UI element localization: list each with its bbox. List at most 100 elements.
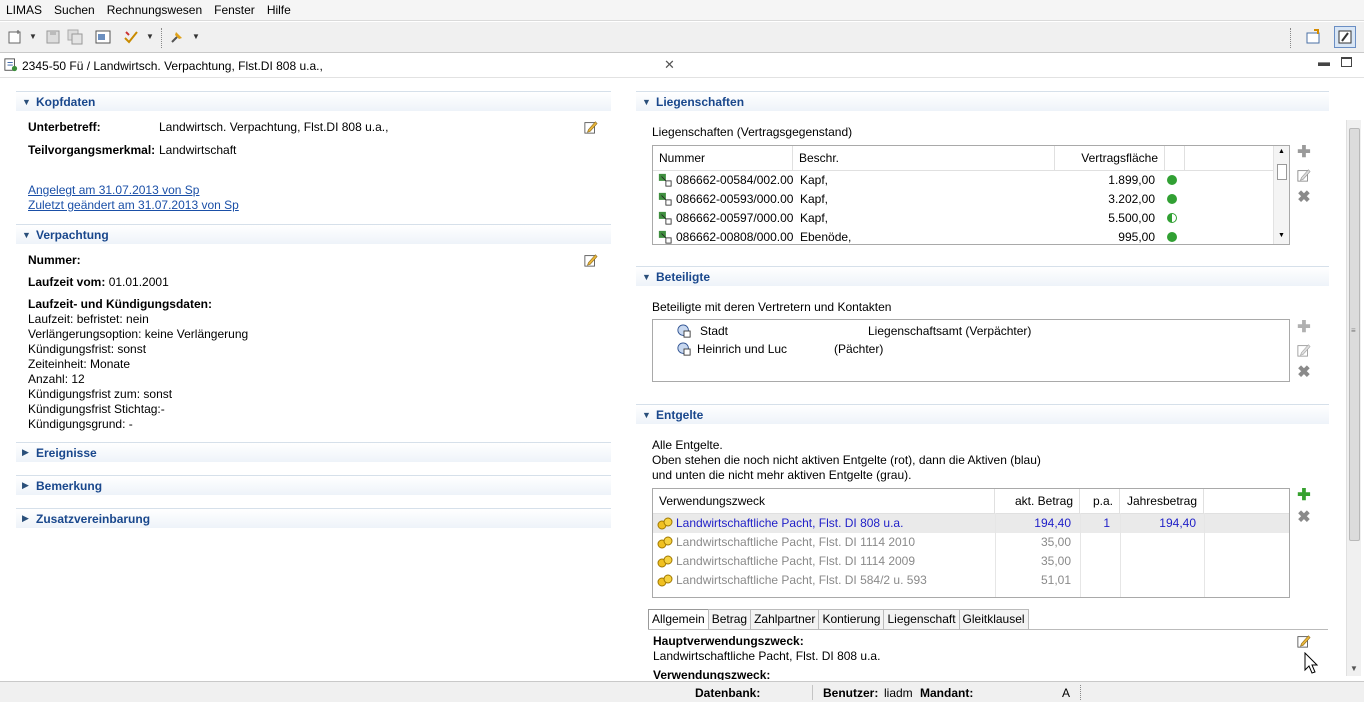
scroll-up-icon[interactable]: ▲: [1278, 148, 1285, 155]
column-header[interactable]: Verwendungszweck: [653, 489, 995, 513]
section-entgelte[interactable]: ▼ Entgelte: [636, 404, 1329, 424]
edit-icon[interactable]: [1297, 634, 1311, 648]
section-zusatzvereinbarung[interactable]: ▶ Zusatzvereinbarung: [16, 508, 611, 528]
benutzer-value: liadm: [884, 686, 913, 700]
new-icon[interactable]: [6, 28, 24, 46]
section-kopfdaten[interactable]: ▼ Kopfdaten: [16, 91, 611, 111]
laufzeit-value: 01.01.2001: [108, 275, 169, 289]
nummer-label: Nummer:: [28, 253, 81, 267]
editor-tab-title[interactable]: 2345-50 Fü / Landwirtsch. Verpachtung, F…: [22, 59, 323, 73]
menu-limas[interactable]: LIMAS: [0, 3, 48, 17]
menu-rechnungswesen[interactable]: Rechnungswesen: [101, 3, 208, 17]
save-icon[interactable]: [44, 28, 62, 46]
entgelte-desc: Alle Entgelte.: [652, 438, 723, 452]
column-header[interactable]: Beschr.: [793, 146, 1055, 170]
section-title: Bemerkung: [36, 478, 103, 493]
menu-hilfe[interactable]: Hilfe: [261, 3, 297, 17]
column-header[interactable]: Jahresbetrag: [1120, 489, 1204, 513]
limas-perspective-icon[interactable]: [1334, 26, 1356, 48]
tab-zahlpartner[interactable]: Zahlpartner: [750, 609, 820, 630]
edit-icon[interactable]: [584, 120, 598, 134]
section-title: Ereignisse: [36, 445, 97, 460]
cell-nummer: 086662-00808/000.00: [676, 230, 794, 244]
geaendert-link[interactable]: Zuletzt geändert am 31.07.2013 von Sp: [28, 198, 239, 212]
cell-flaeche: 995,00: [1118, 230, 1155, 244]
table-row[interactable]: 086662-00597/000.00 Kapf, 5.500,00: [653, 209, 1289, 228]
column-header[interactable]: p.a.: [1080, 489, 1120, 513]
section-liegenschaften[interactable]: ▼ Liegenschaften: [636, 91, 1329, 111]
table-row[interactable]: Landwirtschaftliche Pacht, Flst. DI 1114…: [653, 552, 1289, 571]
document-icon: [4, 58, 18, 72]
delete-icon[interactable]: ✖: [1297, 510, 1311, 526]
status-divider: [1080, 685, 1081, 700]
cell-nummer: 086662-00584/002.00: [676, 173, 794, 187]
table-row[interactable]: Landwirtschaftliche Pacht, Flst. DI 1114…: [653, 533, 1289, 552]
scroll-thumb[interactable]: [1277, 164, 1287, 180]
entgelte-subtabs: Allgemein Betrag Zahlpartner Kontierung …: [648, 609, 1029, 630]
detail-line: Laufzeit: befristet: nein: [28, 312, 149, 326]
table-row[interactable]: 086662-00593/000.00 Kapf, 3.202,00: [653, 190, 1289, 209]
delete-icon[interactable]: ✖: [1297, 190, 1311, 206]
cell-betrag: 51,01: [1040, 573, 1071, 587]
section-title: Zusatzvereinbarung: [36, 511, 151, 526]
edit-icon[interactable]: [584, 253, 598, 267]
add-icon[interactable]: ✚: [1297, 320, 1311, 336]
menu-bar: LIMAS Suchen Rechnungswesen Fenster Hilf…: [0, 0, 1364, 21]
column-header[interactable]: Vertragsfläche: [1055, 146, 1165, 170]
mouse-cursor-icon: [1304, 652, 1318, 674]
check-icon[interactable]: [122, 28, 140, 46]
table-row-selected[interactable]: Landwirtschaftliche Pacht, Flst. DI 808 …: [653, 514, 1289, 533]
add-icon[interactable]: ✚: [1297, 488, 1311, 504]
coins-icon: [657, 517, 673, 530]
column-header[interactable]: akt. Betrag: [995, 489, 1080, 513]
scroll-down-icon[interactable]: ▼: [1278, 232, 1285, 239]
tab-kontierung[interactable]: Kontierung: [818, 609, 885, 630]
column-header[interactable]: Nummer: [653, 146, 793, 170]
toolbar-separator: [161, 28, 162, 48]
minimize-icon[interactable]: ▬: [1318, 55, 1330, 69]
entgelte-desc: Oben stehen die noch nicht aktiven Entge…: [652, 453, 1041, 467]
table-row[interactable]: 086662-00808/000.00 Ebenöde, 995,00: [653, 228, 1289, 244]
table-row[interactable]: Landwirtschaftliche Pacht, Flst. DI 584/…: [653, 571, 1289, 590]
pin-dropdown-icon[interactable]: ▼: [192, 32, 200, 41]
menu-fenster[interactable]: Fenster: [208, 3, 261, 17]
table-scrollbar[interactable]: ▲ ▼: [1273, 146, 1289, 244]
table-row[interactable]: 086662-00584/002.00 Kapf, 1.899,00: [653, 171, 1289, 190]
person-icon: [677, 324, 691, 338]
section-title: Kopfdaten: [36, 94, 96, 109]
menu-suchen[interactable]: Suchen: [48, 3, 101, 17]
cell-beschr: Ebenöde,: [800, 230, 852, 244]
list-item[interactable]: Stadt Liegenschaftsamt (Verpächter): [653, 322, 1289, 341]
print-preview-icon[interactable]: [94, 28, 112, 46]
participant-name: Stadt: [700, 324, 729, 338]
tab-allgemein[interactable]: Allgemein: [648, 609, 709, 630]
section-beteiligte[interactable]: ▼ Beteiligte: [636, 266, 1329, 286]
angelegt-link[interactable]: Angelegt am 31.07.2013 von Sp: [28, 183, 199, 197]
tab-gleitklausel[interactable]: Gleitklausel: [958, 609, 1029, 630]
hauptverwendungszweck-value: Landwirtschaftliche Pacht, Flst. DI 808 …: [653, 649, 881, 663]
editor-scrollbar[interactable]: ≡ ▼: [1346, 120, 1361, 676]
check-dropdown-icon[interactable]: ▼: [146, 32, 154, 41]
coins-icon: [657, 555, 673, 568]
tab-liegenschaft[interactable]: Liegenschaft: [883, 609, 960, 630]
edit-icon[interactable]: [1297, 168, 1311, 182]
edit-icon[interactable]: [1297, 343, 1311, 357]
new-dropdown-icon[interactable]: ▼: [29, 32, 37, 41]
section-bemerkung[interactable]: ▶ Bemerkung: [16, 475, 611, 495]
delete-icon[interactable]: ✖: [1297, 365, 1311, 381]
column-divider: [995, 513, 996, 597]
maximize-icon[interactable]: [1341, 57, 1352, 67]
section-verpachtung[interactable]: ▼ Verpachtung: [16, 224, 611, 244]
tab-betrag[interactable]: Betrag: [707, 609, 752, 630]
coins-icon: [657, 574, 673, 587]
unterbetreff-value: Landwirtsch. Verpachtung, Flst.DI 808 u.…: [159, 120, 389, 134]
close-tab-icon[interactable]: ✕: [664, 57, 675, 73]
save-all-icon[interactable]: [66, 28, 84, 46]
scroll-down-icon[interactable]: ▼: [1350, 664, 1358, 673]
section-ereignisse[interactable]: ▶ Ereignisse: [16, 442, 611, 462]
list-item[interactable]: Heinrich und Luc (Pächter): [653, 340, 1289, 359]
pin-icon[interactable]: [168, 28, 186, 46]
add-icon[interactable]: ✚: [1297, 145, 1311, 161]
open-perspective-icon[interactable]: [1304, 28, 1322, 46]
cell-pa: 1: [1103, 516, 1110, 530]
